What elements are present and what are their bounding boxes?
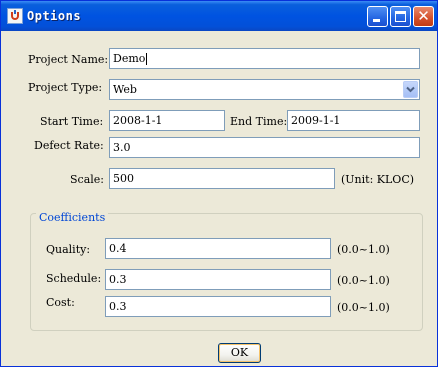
quality-label: Quality: [46, 243, 91, 256]
quality-range-label: (0.0~1.0) [337, 243, 390, 256]
coefficients-title: Coefficients [36, 211, 109, 224]
quality-input[interactable]: 0.4 [105, 238, 331, 259]
minimize-icon [373, 19, 380, 22]
schedule-label: Schedule: [46, 272, 102, 285]
project-name-input[interactable]: Demo [109, 48, 420, 69]
project-type-label: Project Type: [28, 81, 103, 94]
schedule-range-label: (0.0~1.0) [337, 274, 390, 287]
chevron-down-icon [406, 86, 415, 93]
scale-label: Scale: [70, 173, 104, 186]
project-type-value: Web [113, 83, 137, 96]
ok-button[interactable]: OK [218, 343, 261, 363]
cost-range-label: (0.0~1.0) [337, 301, 390, 314]
scale-unit-label: (Unit: KLOC) [341, 173, 415, 186]
dropdown-arrow-button[interactable] [403, 81, 418, 98]
minimize-button[interactable] [367, 6, 388, 27]
schedule-input[interactable]: 0.3 [105, 269, 331, 290]
close-button[interactable]: ✕ [413, 6, 434, 27]
maximize-icon [395, 11, 406, 22]
cost-input[interactable]: 0.3 [105, 296, 331, 317]
maximize-button[interactable] [390, 6, 411, 27]
options-dialog: Options ✕ Project Name: Demo Project Typ… [0, 0, 438, 367]
title-bar[interactable]: Options ✕ [1, 1, 437, 31]
scale-input[interactable]: 500 [109, 168, 335, 189]
defect-rate-input[interactable]: 3.0 [109, 137, 420, 158]
project-name-value: Demo [113, 52, 146, 65]
java-icon [7, 8, 23, 24]
window-title: Options [27, 9, 82, 23]
start-time-input[interactable]: 2008-1-1 [109, 110, 225, 131]
end-time-input[interactable]: 2009-1-1 [287, 110, 420, 131]
start-time-label: Start Time: [40, 115, 104, 128]
close-icon: ✕ [417, 7, 430, 25]
end-time-label: End Time: [230, 115, 288, 128]
cost-label: Cost: [46, 296, 75, 309]
project-type-select[interactable]: Web [109, 79, 420, 100]
defect-rate-label: Defect Rate: [34, 139, 104, 152]
project-name-label: Project Name: [28, 53, 109, 66]
